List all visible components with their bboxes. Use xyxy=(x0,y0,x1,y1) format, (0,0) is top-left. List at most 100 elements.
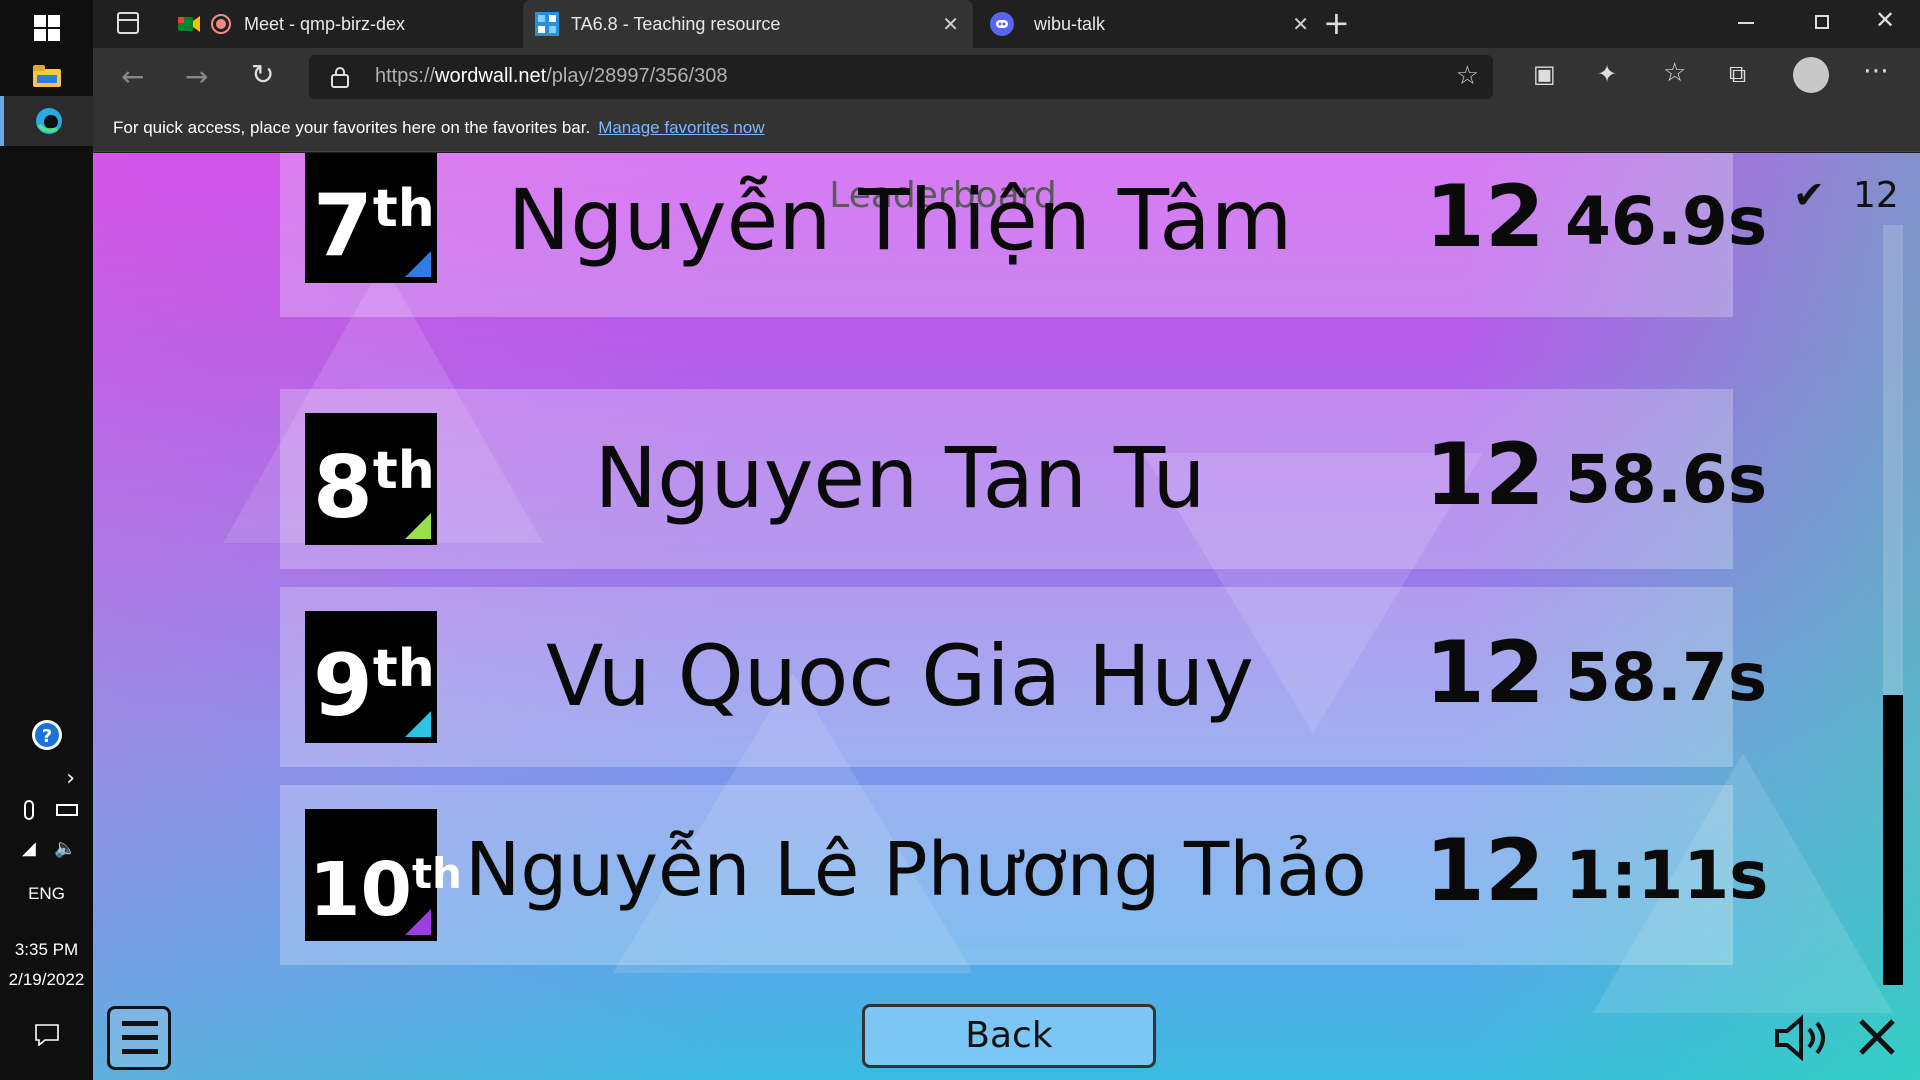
rank-corner xyxy=(405,513,431,539)
checkmark-icon: ✔ xyxy=(1793,173,1825,217)
clock-date[interactable]: 2/19/2022 xyxy=(0,970,93,990)
volume-icon[interactable]: 🔈 xyxy=(54,838,76,859)
close-tab-icon[interactable]: ✕ xyxy=(942,12,959,37)
help-button[interactable]: ? xyxy=(0,710,93,760)
leaderboard-row: 9th Vu Quoc Gia Huy 12 58.7s xyxy=(280,587,1768,767)
language-indicator[interactable]: ENG xyxy=(0,884,93,904)
rank-number: 9 xyxy=(313,636,373,736)
url-path: /play/28997/356/308 xyxy=(546,65,728,87)
favorites-icon[interactable]: ☆ xyxy=(1663,58,1686,88)
notifications-button[interactable] xyxy=(0,1010,93,1060)
tab-label: TA6.8 - Teaching resource xyxy=(571,13,781,34)
microphone-icon[interactable] xyxy=(24,800,34,820)
extensions-icon[interactable]: ✦ xyxy=(1597,60,1617,88)
leaderboard-row: 10th Nguyễn Lê Phương Thảo 12 1:11s xyxy=(280,785,1769,965)
url-prefix: https:// xyxy=(375,65,436,87)
back-button[interactable]: Back xyxy=(862,1004,1156,1068)
collections-icon[interactable]: ⧉ xyxy=(1729,60,1746,88)
rank-suffix: th xyxy=(372,639,435,699)
rank-corner xyxy=(405,711,431,737)
favorites-text: For quick access, place your favorites h… xyxy=(113,118,591,137)
rank-number: 10 xyxy=(309,847,412,933)
battery-icon[interactable] xyxy=(56,804,78,816)
player-name: Vu Quoc Gia Huy xyxy=(545,627,1255,725)
player-name: Nguyen Tan Tu xyxy=(594,429,1206,527)
correct-count: 12 xyxy=(1853,175,1899,216)
url-host: wordwall.net xyxy=(435,65,547,87)
windows-logo-icon xyxy=(33,15,60,41)
scrollbar-thumb[interactable] xyxy=(1883,695,1903,985)
player-name: Nguyễn Lê Phương Thảo xyxy=(465,827,1367,913)
rank-corner xyxy=(405,909,431,935)
folder-icon xyxy=(32,65,61,87)
windows-taskbar: ? › ◢ 🔈 ENG 3:35 PM 2/19/2022 xyxy=(0,0,93,1080)
profile-avatar[interactable] xyxy=(1793,57,1829,93)
close-game-icon[interactable] xyxy=(1855,1015,1899,1059)
tab-strip: Meet - qmp-birz-dex ✕ TA6.8 - Teaching r… xyxy=(93,0,1920,48)
edge-taskbar-button[interactable] xyxy=(0,96,93,146)
close-window-button[interactable]: ✕ xyxy=(1875,6,1895,34)
tab-wordwall[interactable]: TA6.8 - Teaching resource ✕ xyxy=(523,0,973,48)
player-score: 12 xyxy=(1425,623,1545,723)
clock-time[interactable]: 3:35 PM xyxy=(0,940,93,960)
player-score: 12 xyxy=(1425,425,1545,525)
hamburger-line xyxy=(122,1035,158,1040)
wifi-icon[interactable]: ◢ xyxy=(22,838,36,859)
tab-actions-icon xyxy=(119,19,137,21)
menu-button[interactable] xyxy=(107,1006,171,1070)
lock-icon xyxy=(331,67,349,88)
player-time: 1:11s xyxy=(1565,837,1769,914)
player-time: 46.9s xyxy=(1565,183,1768,260)
chevron-right-icon: › xyxy=(66,765,75,791)
leaderboard-row: 8th Nguyen Tan Tu 12 58.6s xyxy=(280,389,1768,569)
refresh-button[interactable]: ↻ xyxy=(251,58,274,91)
wordwall-icon xyxy=(535,12,559,36)
browser-toolbar: ← → ↻ https://wordwall.net/play/28997/35… xyxy=(93,48,1920,106)
help-icon: ? xyxy=(31,720,62,750)
rank-number: 8 xyxy=(313,438,373,538)
tray-icons-row-2: ◢ 🔈 xyxy=(20,838,80,862)
rank-badge: 8th xyxy=(305,413,437,545)
leaderboard-row: 7th Nguyễn Thiện Tâm 12 46.9s xyxy=(280,153,1768,317)
hamburger-line xyxy=(122,1021,158,1026)
svg-text:?: ? xyxy=(41,726,51,747)
google-meet-icon xyxy=(178,16,200,32)
rank-suffix: th xyxy=(411,849,462,898)
tab-actions-button[interactable] xyxy=(117,12,139,34)
rank-suffix: th xyxy=(372,441,435,501)
forward-nav-button[interactable]: → xyxy=(185,60,208,93)
hamburger-line xyxy=(122,1049,158,1054)
tab-label: wibu-talk xyxy=(1034,13,1106,34)
new-tab-button[interactable]: + xyxy=(1323,4,1350,42)
tab-discord[interactable]: wibu-talk ✕ xyxy=(978,0,1323,48)
screenshot-icon[interactable]: ▣ xyxy=(1533,60,1556,88)
url-text: https://wordwall.net/play/28997/356/308 xyxy=(375,65,727,88)
favorites-bar: For quick access, place your favorites h… xyxy=(93,106,1920,152)
player-score: 12 xyxy=(1425,821,1545,921)
show-hidden-icons-button[interactable]: › xyxy=(0,758,93,798)
player-score: 12 xyxy=(1425,167,1545,267)
edge-icon xyxy=(35,108,62,134)
address-bar[interactable]: https://wordwall.net/play/28997/356/308 … xyxy=(309,55,1493,99)
leaderboard-scrollbar[interactable] xyxy=(1883,225,1903,985)
sound-icon[interactable] xyxy=(1773,1015,1831,1061)
player-name: Nguyễn Thiện Tâm xyxy=(507,171,1293,269)
favorites-hint: For quick access, place your favorites h… xyxy=(113,118,765,138)
close-tab-icon[interactable]: ✕ xyxy=(1292,12,1309,37)
player-time: 58.7s xyxy=(1565,639,1768,716)
more-options-icon[interactable]: ⋯ xyxy=(1863,56,1889,86)
manage-favorites-link[interactable]: Manage favorites now xyxy=(598,118,764,137)
rank-badge: 7th xyxy=(305,153,437,283)
add-favorite-icon[interactable]: ☆ xyxy=(1456,61,1479,91)
rank-corner xyxy=(405,251,431,277)
recording-icon xyxy=(211,14,231,34)
discord-icon xyxy=(990,12,1014,36)
notification-icon xyxy=(34,1024,59,1046)
back-nav-button[interactable]: ← xyxy=(121,60,144,93)
game-area: Leaderboard ✔ 12 7th Nguyễn Thiện Tâm 12… xyxy=(93,153,1920,1080)
minimize-button[interactable] xyxy=(1738,22,1754,24)
player-time: 58.6s xyxy=(1565,441,1768,518)
restore-button[interactable] xyxy=(1815,15,1829,29)
rank-badge: 10th xyxy=(305,809,462,941)
tab-label: Meet - qmp-birz-dex xyxy=(244,13,406,34)
